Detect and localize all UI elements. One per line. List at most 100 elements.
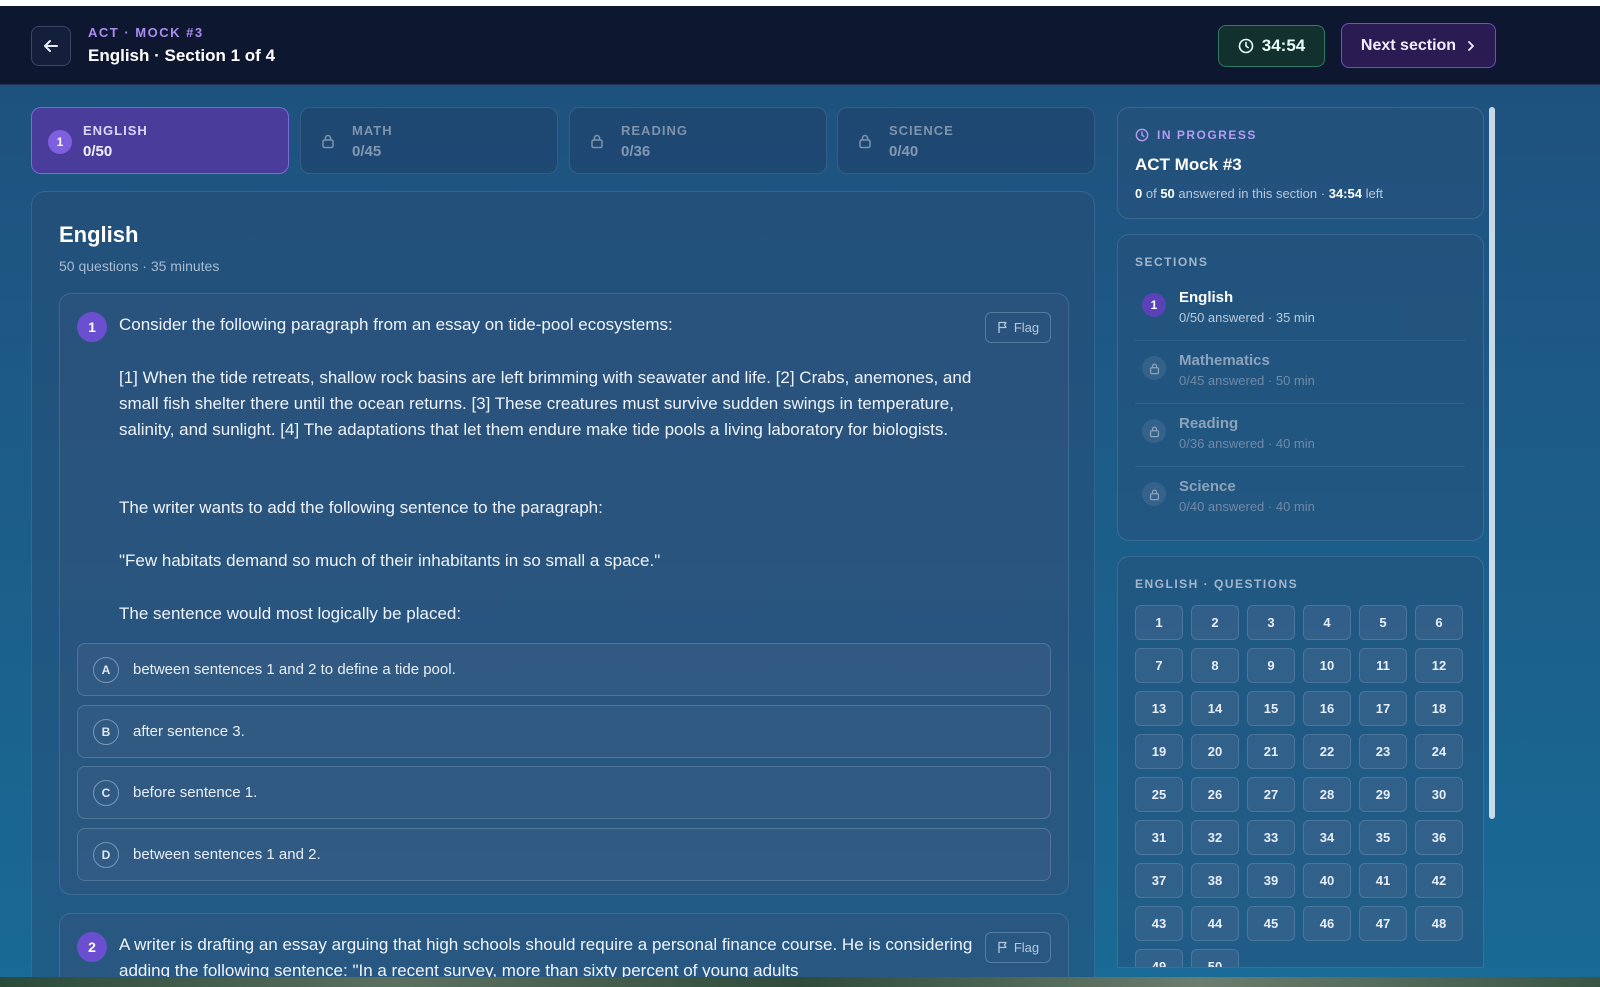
section-meta: 0/45 answered · 50 min <box>1179 373 1315 388</box>
section-item-english[interactable]: 1 English 0/50 answered · 35 min <box>1135 279 1465 341</box>
question-nav-button[interactable]: 37 <box>1135 863 1183 898</box>
question-nav-button[interactable]: 45 <box>1247 906 1295 941</box>
question-nav-button[interactable]: 4 <box>1303 605 1351 640</box>
question-nav-button[interactable]: 46 <box>1303 906 1351 941</box>
clock-icon <box>1135 128 1149 142</box>
flag-label: Flag <box>1013 320 1040 335</box>
total-count: 50 <box>1160 186 1175 201</box>
option-letter: C <box>93 780 119 806</box>
progress-status: IN PROGRESS <box>1135 128 1257 142</box>
question-nav-button[interactable]: 5 <box>1359 605 1407 640</box>
answer-option-d[interactable]: D between sentences 1 and 2. <box>77 828 1051 881</box>
tab-science[interactable]: SCIENCE 0/40 <box>837 107 1095 174</box>
question-nav-button[interactable]: 42 <box>1415 863 1463 898</box>
question-nav-button[interactable]: 29 <box>1359 777 1407 812</box>
tab-math[interactable]: MATH 0/45 <box>300 107 558 174</box>
chevron-right-icon <box>1468 40 1474 51</box>
clock-icon <box>1238 38 1254 54</box>
question-quote: "Few habitats demand so much of their in… <box>119 551 661 570</box>
question-nav-button[interactable]: 30 <box>1415 777 1463 812</box>
question-nav-button[interactable]: 44 <box>1191 906 1239 941</box>
progress-title: ACT Mock #3 <box>1135 155 1242 174</box>
question-nav-button[interactable]: 1 <box>1135 605 1183 640</box>
sidebar-scrollbar[interactable] <box>1489 107 1495 819</box>
question-nav-button[interactable]: 27 <box>1247 777 1295 812</box>
question-nav-button[interactable]: 26 <box>1191 777 1239 812</box>
question-nav-button[interactable]: 38 <box>1191 863 1239 898</box>
section-lock-badge <box>1142 356 1166 380</box>
section-lock-badge <box>1142 419 1166 443</box>
question-nav-button[interactable]: 7 <box>1135 648 1183 683</box>
question-nav-button[interactable]: 36 <box>1415 820 1463 855</box>
back-button[interactable] <box>31 26 71 66</box>
answer-option-a[interactable]: A between sentences 1 and 2 to define a … <box>77 643 1051 696</box>
question-nav-button[interactable]: 11 <box>1359 648 1407 683</box>
question-nav-button[interactable]: 28 <box>1303 777 1351 812</box>
answered-count: 0 <box>1135 186 1143 201</box>
option-text: between sentences 1 and 2. <box>133 846 321 863</box>
section-name: Mathematics <box>1179 352 1270 369</box>
flag-button[interactable]: Flag <box>985 932 1051 963</box>
question-nav-button[interactable]: 32 <box>1191 820 1239 855</box>
option-text: before sentence 1. <box>133 784 258 801</box>
question-nav-button[interactable]: 18 <box>1415 691 1463 726</box>
question-nav-button[interactable]: 20 <box>1191 734 1239 769</box>
question-prompt: Consider the following paragraph from an… <box>119 315 673 334</box>
question-nav-button[interactable]: 24 <box>1415 734 1463 769</box>
question-nav-button[interactable]: 39 <box>1247 863 1295 898</box>
flag-button[interactable]: Flag <box>985 312 1051 343</box>
question-nav-button[interactable]: 3 <box>1247 605 1295 640</box>
question-nav-button[interactable]: 2 <box>1191 605 1239 640</box>
next-section-button[interactable]: Next section <box>1341 23 1496 68</box>
question-nav-button[interactable]: 10 <box>1303 648 1351 683</box>
question-nav-button[interactable]: 43 <box>1135 906 1183 941</box>
tab-reading[interactable]: READING 0/36 <box>569 107 827 174</box>
option-letter: D <box>93 842 119 868</box>
question-nav-button[interactable]: 8 <box>1191 648 1239 683</box>
question-nav-button[interactable]: 40 <box>1303 863 1351 898</box>
panel-subtitle: 50 questions · 35 minutes <box>59 258 220 274</box>
question-nav-button[interactable]: 50 <box>1191 949 1239 967</box>
option-letter: B <box>93 719 119 745</box>
question-nav-button[interactable]: 12 <box>1415 648 1463 683</box>
question-nav-button[interactable]: 23 <box>1359 734 1407 769</box>
question-nav-button[interactable]: 25 <box>1135 777 1183 812</box>
section-item-reading[interactable]: Reading 0/36 answered · 40 min <box>1135 405 1465 467</box>
answer-option-c[interactable]: C before sentence 1. <box>77 766 1051 819</box>
question-nav-button[interactable]: 47 <box>1359 906 1407 941</box>
question-stem: The sentence would most logically be pla… <box>119 604 462 623</box>
progress-status-label: IN PROGRESS <box>1157 128 1257 142</box>
question-number-badge: 1 <box>77 312 107 342</box>
tab-english[interactable]: 1 ENGLISH 0/50 <box>31 107 289 174</box>
question-nav-button[interactable]: 34 <box>1303 820 1351 855</box>
question-nav-button[interactable]: 35 <box>1359 820 1407 855</box>
option-letter: A <box>93 657 119 683</box>
app-header: ACT · MOCK #3 English · Section 1 of 4 3… <box>0 6 1600 85</box>
question-nav-button[interactable]: 31 <box>1135 820 1183 855</box>
question-nav-button[interactable]: 19 <box>1135 734 1183 769</box>
question-nav-button[interactable]: 33 <box>1247 820 1295 855</box>
question-nav-button[interactable]: 21 <box>1247 734 1295 769</box>
question-nav-button[interactable]: 49 <box>1135 949 1183 967</box>
question-nav-button[interactable]: 48 <box>1415 906 1463 941</box>
question-card-1: 1 Flag Consider the following paragraph … <box>59 293 1069 895</box>
tab-count: 0/50 <box>83 143 113 160</box>
section-item-science[interactable]: Science 0/40 answered · 40 min <box>1135 468 1465 530</box>
question-nav-button[interactable]: 13 <box>1135 691 1183 726</box>
question-nav-button[interactable]: 22 <box>1303 734 1351 769</box>
question-nav-button[interactable]: 41 <box>1359 863 1407 898</box>
question-navigator-heading: ENGLISH · QUESTIONS <box>1135 577 1299 591</box>
answer-option-b[interactable]: B after sentence 3. <box>77 705 1051 758</box>
section-meta: 0/36 answered · 40 min <box>1179 436 1315 451</box>
question-nav-button[interactable]: 16 <box>1303 691 1351 726</box>
question-nav-button[interactable]: 14 <box>1191 691 1239 726</box>
lock-icon <box>591 134 603 149</box>
question-nav-button[interactable]: 15 <box>1247 691 1295 726</box>
question-nav-button[interactable]: 6 <box>1415 605 1463 640</box>
tab-label: MATH <box>352 123 393 138</box>
sections-card: SECTIONS 1 English 0/50 answered · 35 mi… <box>1117 234 1484 541</box>
section-item-mathematics[interactable]: Mathematics 0/45 answered · 50 min <box>1135 342 1465 404</box>
question-nav-button[interactable]: 9 <box>1247 648 1295 683</box>
question-nav-button[interactable]: 17 <box>1359 691 1407 726</box>
option-text: after sentence 3. <box>133 723 245 740</box>
